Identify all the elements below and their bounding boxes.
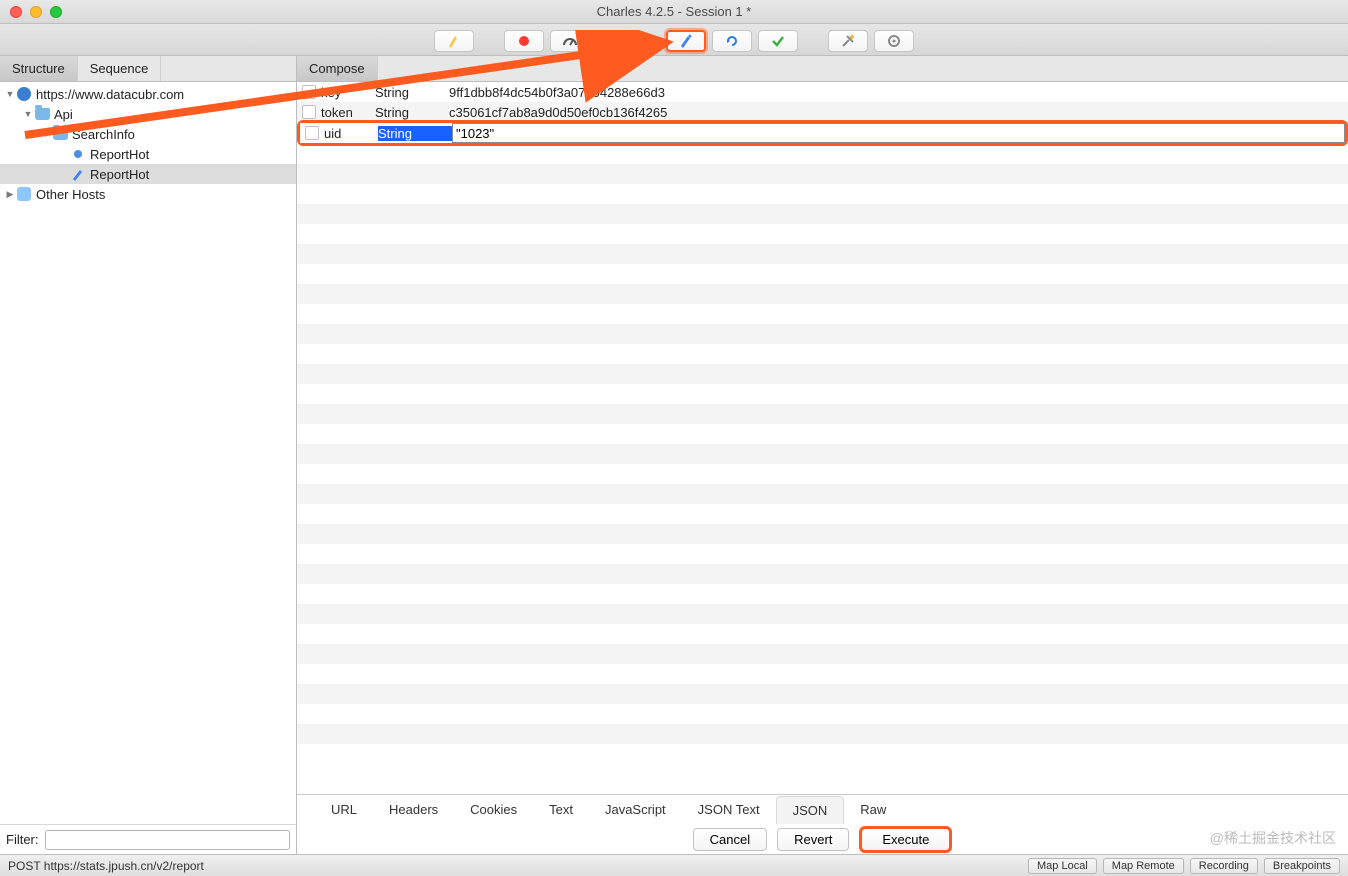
sidebar: Structure Sequence ▼ https://www.datacub… (0, 56, 297, 854)
tree-request-reporthot-2[interactable]: ReportHot (0, 164, 296, 184)
session-tree[interactable]: ▼ https://www.datacubr.com ▼ Api ▼ Searc… (0, 82, 296, 824)
compose-grid[interactable]: key String 9ff1dbb8f4dc54b0f3a07504288e6… (297, 82, 1348, 794)
tree-request-reporthot-1[interactable]: ReportHot (0, 144, 296, 164)
minimize-window-button[interactable] (30, 6, 42, 18)
status-text: POST https://stats.jpush.cn/v2/report (8, 859, 204, 873)
status-buttons: Map Local Map Remote Recording Breakpoin… (1028, 858, 1340, 874)
globe-icon (16, 86, 32, 102)
btab-raw[interactable]: Raw (844, 796, 902, 823)
validate-button[interactable] (758, 30, 798, 52)
grid-row-selected[interactable]: uid String (300, 123, 1345, 143)
btab-cookies[interactable]: Cookies (454, 796, 533, 823)
watermark: @稀土掘金技术社区 (1210, 828, 1336, 848)
bottom-tablist: URL Headers Cookies Text JavaScript JSON… (297, 795, 1348, 825)
breakpoints-button[interactable]: Breakpoints (1264, 858, 1340, 874)
btab-json[interactable]: JSON (776, 796, 845, 824)
window-title: Charles 4.2.5 - Session 1 * (0, 4, 1348, 19)
filter-row: Filter: (0, 824, 296, 854)
btab-jsontext[interactable]: JSON Text (682, 796, 776, 823)
disclosure-triangle-icon[interactable]: ▼ (4, 89, 16, 99)
settings-button[interactable] (874, 30, 914, 52)
execute-button[interactable]: Execute (859, 826, 952, 853)
toolbar (0, 24, 1348, 56)
disclosure-triangle-icon[interactable]: ▶ (4, 189, 16, 200)
throttle-button[interactable] (550, 30, 590, 52)
cell-value-input[interactable] (452, 123, 1345, 143)
cell-type[interactable]: String (378, 126, 452, 141)
tab-structure[interactable]: Structure (0, 56, 78, 81)
cell-type[interactable]: String (375, 85, 449, 100)
row-type-icon (305, 126, 319, 140)
request-icon (70, 146, 86, 162)
btab-url[interactable]: URL (315, 796, 373, 823)
row-type-icon (302, 85, 316, 99)
cancel-button[interactable]: Cancel (693, 828, 767, 851)
row-type-icon (302, 105, 316, 119)
bottom-panel: URL Headers Cookies Text JavaScript JSON… (297, 794, 1348, 854)
tab-sequence[interactable]: Sequence (78, 56, 162, 81)
disclosure-triangle-icon[interactable]: ▼ (40, 129, 52, 139)
filter-label: Filter: (6, 832, 39, 847)
recording-button[interactable]: Recording (1190, 858, 1258, 874)
grid-row[interactable]: token String c35061cf7ab8a9d0d50ef0cb136… (297, 102, 1348, 122)
grid-row[interactable]: key String 9ff1dbb8f4dc54b0f3a07504288e6… (297, 82, 1348, 102)
cell-key[interactable]: uid (324, 126, 378, 141)
left-tabs: Structure Sequence (0, 56, 296, 82)
tree-folder-api[interactable]: ▼ Api (0, 104, 296, 124)
cell-type[interactable]: String (375, 105, 449, 120)
tab-compose[interactable]: Compose (297, 56, 378, 81)
grid-empty-area (297, 144, 1348, 764)
repeat-button[interactable] (712, 30, 752, 52)
folder-icon (52, 126, 68, 142)
window-controls (10, 6, 62, 18)
folder-icon (34, 106, 50, 122)
tools-button[interactable] (828, 30, 868, 52)
highlighted-edit-row: uid String (297, 120, 1348, 146)
map-local-button[interactable]: Map Local (1028, 858, 1097, 874)
close-window-button[interactable] (10, 6, 22, 18)
compose-button[interactable] (666, 30, 706, 52)
zoom-window-button[interactable] (50, 6, 62, 18)
tree-label: https://www.datacubr.com (36, 87, 184, 102)
breakpoints-toggle-button[interactable] (596, 30, 636, 52)
tree-label: ReportHot (90, 147, 149, 162)
tree-folder-searchinfo[interactable]: ▼ SearchInfo (0, 124, 296, 144)
clear-session-button[interactable] (434, 30, 474, 52)
tree-label: ReportHot (90, 167, 149, 182)
cell-value[interactable]: c35061cf7ab8a9d0d50ef0cb136f4265 (449, 105, 1348, 120)
btab-headers[interactable]: Headers (373, 796, 454, 823)
cell-key[interactable]: token (321, 105, 375, 120)
map-remote-button[interactable]: Map Remote (1103, 858, 1184, 874)
statusbar: POST https://stats.jpush.cn/v2/report Ma… (0, 854, 1348, 876)
tree-label: Other Hosts (36, 187, 105, 202)
main-panel: Compose key String 9ff1dbb8f4dc54b0f3a07… (297, 56, 1348, 854)
filter-input[interactable] (45, 830, 291, 850)
tree-label: Api (54, 107, 73, 122)
tree-host-datacubr[interactable]: ▼ https://www.datacubr.com (0, 84, 296, 104)
content: Structure Sequence ▼ https://www.datacub… (0, 56, 1348, 854)
record-button[interactable] (504, 30, 544, 52)
cell-key[interactable]: key (321, 85, 375, 100)
disclosure-triangle-icon[interactable]: ▼ (22, 109, 34, 119)
grid-rows: key String 9ff1dbb8f4dc54b0f3a07504288e6… (297, 82, 1348, 146)
cell-value[interactable]: 9ff1dbb8f4dc54b0f3a07504288e66d3 (449, 85, 1348, 100)
btab-javascript[interactable]: JavaScript (589, 796, 682, 823)
btab-text[interactable]: Text (533, 796, 589, 823)
compose-feather-icon (70, 166, 86, 182)
compose-buttons: Cancel Revert Execute (297, 825, 1348, 855)
tree-label: SearchInfo (72, 127, 135, 142)
titlebar: Charles 4.2.5 - Session 1 * (0, 0, 1348, 24)
revert-button[interactable]: Revert (777, 828, 849, 851)
puzzle-icon (16, 186, 32, 202)
main-tabs: Compose (297, 56, 1348, 82)
tree-other-hosts[interactable]: ▶ Other Hosts (0, 184, 296, 204)
